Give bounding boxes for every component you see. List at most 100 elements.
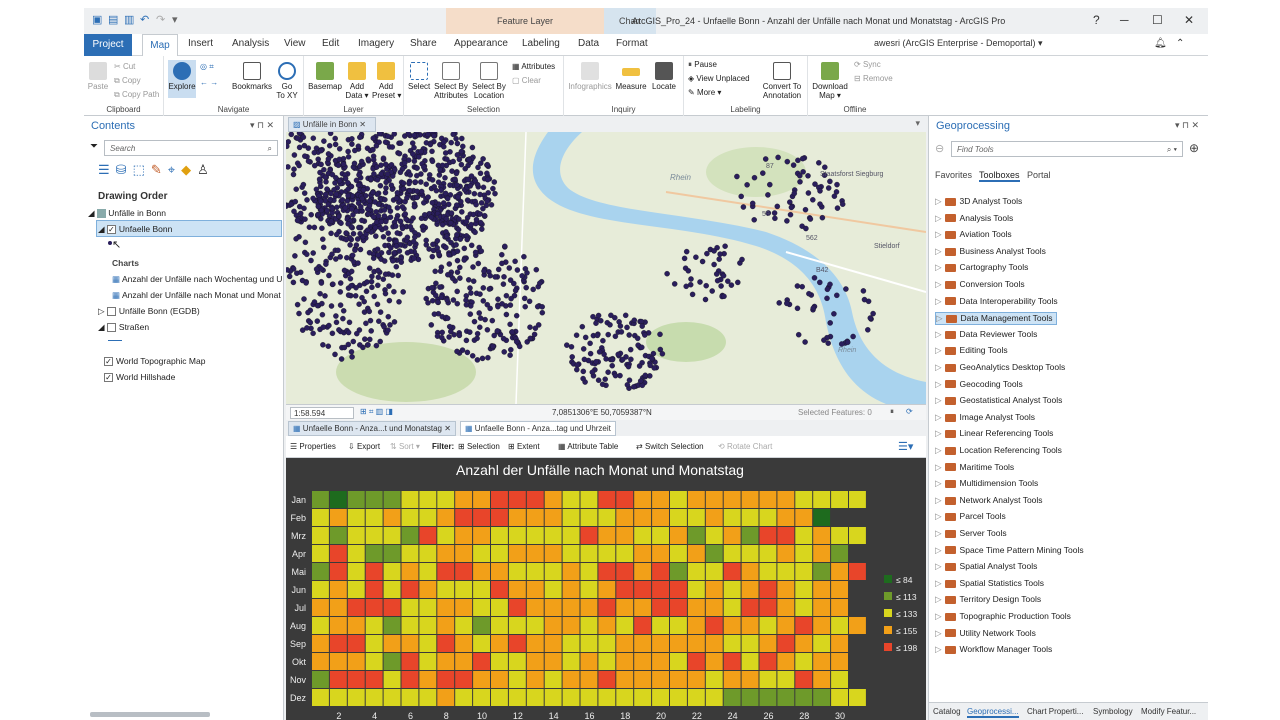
customize-qat-icon[interactable]: ▾ [172, 14, 184, 26]
cut-button[interactable]: ✂ Cut [114, 62, 135, 71]
tab-view[interactable]: View [284, 38, 306, 49]
copy-button[interactable]: ⧉ Copy [114, 76, 141, 86]
basemap-hillshade[interactable]: ✓ World Hillshade [104, 372, 175, 383]
toolbox-item[interactable]: ▷ Editing Tools [935, 345, 1008, 356]
tab-edit[interactable]: Edit [322, 38, 339, 49]
open-project-icon[interactable]: ▤ [108, 14, 120, 26]
copy-path-button[interactable]: ⧉ Copy Path [114, 90, 159, 100]
measure-button[interactable]: Measure [614, 62, 648, 91]
select-button[interactable]: Select [408, 62, 430, 91]
toolbox-item[interactable]: ▷ Linear Referencing Tools [935, 428, 1053, 439]
redo-icon[interactable]: ↷ [156, 14, 168, 26]
pause-drawing-icon[interactable]: ⏸ [890, 407, 894, 417]
pause-labeling-button[interactable]: ⏸ Pause [688, 60, 717, 70]
tab-project[interactable]: Project [84, 34, 132, 56]
tab-list-icon[interactable]: ▾ [915, 118, 920, 129]
select-by-location-button[interactable]: Select By Location [472, 62, 506, 100]
notifications-icon[interactable]: 🔔︎ [1154, 38, 1167, 49]
map-node[interactable]: ◢ Unfälle in Bonn [88, 208, 166, 219]
refresh-icon[interactable]: ⟳ [906, 407, 913, 416]
filter-icon[interactable]: ⏷ [90, 141, 98, 152]
snapping-icon[interactable]: ⌖ [168, 162, 175, 178]
tab-catalog[interactable]: Catalog [933, 707, 961, 716]
tab-portal[interactable]: Portal [1027, 170, 1051, 180]
toolbox-item[interactable]: ▷ Topographic Production Tools [935, 611, 1071, 622]
scale-selector[interactable]: 1:58.594 [290, 407, 354, 419]
map-tab[interactable]: ▨ Unfälle in Bonn ✕ [288, 117, 376, 132]
data-source-icon[interactable]: ⛁ [116, 162, 127, 178]
user-account[interactable]: awesri (ArcGIS Enterprise - Demoportal) … [874, 38, 1043, 49]
help-button[interactable]: ? [1093, 13, 1100, 27]
toolbox-item[interactable]: ▷ Workflow Manager Tools [935, 644, 1052, 655]
toolbox-item[interactable]: ▷ Data Interoperability Tools [935, 296, 1058, 307]
layer-checkbox[interactable] [106, 307, 116, 317]
toolbox-item[interactable]: ▷ Location Referencing Tools [935, 445, 1062, 456]
chart-tab-2[interactable]: ▦ Unfaelle Bonn - Anza...tag und Uhrzeit [460, 421, 616, 436]
layer-checkbox[interactable]: ✓ [106, 225, 116, 235]
more-labeling-button[interactable]: ✎ More ▾ [688, 88, 721, 97]
bookmarks-button[interactable]: Bookmarks [232, 62, 272, 91]
toolbox-item[interactable]: ▷ Maritime Tools [935, 462, 1014, 473]
toolbox-item[interactable]: ▷ Geostatistical Analyst Tools [935, 395, 1062, 406]
toolbox-item[interactable]: ▷ Territory Design Tools [935, 594, 1041, 605]
tab-labeling[interactable]: Labeling [522, 38, 560, 49]
labeling-view-icon[interactable]: ◆ [181, 162, 191, 178]
undo-icon[interactable]: ↶ [140, 14, 152, 26]
convert-to-annotation-button[interactable]: Convert To Annotation [760, 62, 804, 100]
tab-analysis[interactable]: Analysis [232, 38, 269, 49]
explore-button[interactable]: Explore [168, 60, 196, 98]
contents-scrollbar[interactable] [90, 712, 210, 717]
editing-view-icon[interactable]: ✎ [151, 162, 162, 178]
clear-button[interactable]: ▢ Clear [512, 76, 541, 85]
pane-options-icon[interactable]: ▾ ⊓ ✕ [1175, 120, 1199, 131]
locate-button[interactable]: Locate [650, 62, 678, 91]
pane-options-icon[interactable]: ▾ ⊓ ✕ [250, 120, 274, 131]
layer-unfaelle-egdb[interactable]: ▷ Unfälle Bonn (EGDB) [98, 306, 200, 317]
toolbox-item[interactable]: ▷ Cartography Tools [935, 262, 1028, 273]
toolbox-item[interactable]: ▷ Data Reviewer Tools [935, 329, 1037, 340]
properties-button[interactable]: ☰ Properties [290, 442, 336, 451]
toolbox-item[interactable]: ▷ GeoAnalytics Desktop Tools [935, 362, 1065, 373]
tab-toolboxes[interactable]: Toolboxes [979, 170, 1020, 182]
tab-symbology[interactable]: Symbology [1093, 707, 1133, 716]
tab-favorites[interactable]: Favorites [935, 170, 972, 180]
toolbox-item[interactable]: ▷ Conversion Tools [935, 279, 1025, 290]
tab-appearance[interactable]: Appearance [454, 38, 508, 49]
sync-button[interactable]: ⟳ Sync [854, 60, 881, 69]
toolbox-item[interactable]: ▷ Geocoding Tools [935, 379, 1023, 390]
attributes-button[interactable]: ▦ Attributes [512, 62, 555, 71]
toolbox-item[interactable]: ▷ Server Tools [935, 528, 1007, 539]
map-canvas[interactable]: Rhein Staatsforst Siegburg Stieldorf 59 … [286, 132, 926, 404]
layer-strassen[interactable]: ◢ Straßen [98, 322, 149, 333]
go-to-xy-button[interactable]: Go To XY [274, 62, 300, 100]
toolbox-item[interactable]: ▷ Aviation Tools [935, 229, 1012, 240]
chart-item-2[interactable]: ▦ Anzahl der Unfälle nach Monat und Mona… [112, 290, 281, 301]
tab-format[interactable]: Format [616, 38, 648, 49]
drawing-order-icon[interactable]: ☰ [98, 162, 110, 178]
tab-geoprocessing[interactable]: Geoprocessi... [967, 707, 1019, 718]
switch-selection-button[interactable]: ⇄ Switch Selection [636, 442, 704, 451]
close-icon[interactable]: ✕ [1184, 13, 1194, 27]
toolbox-item[interactable]: ▷ Spatial Statistics Tools [935, 578, 1044, 589]
layer-checkbox[interactable] [106, 323, 116, 333]
full-extent-icon[interactable]: ◎ ⌗ [200, 62, 214, 72]
tab-map[interactable]: Map [142, 34, 178, 56]
basemap-topo[interactable]: ✓ World Topographic Map [104, 356, 205, 367]
previous-extent-icon[interactable]: ← → [200, 78, 218, 87]
save-project-icon[interactable]: ▥ [124, 14, 136, 26]
chart-item-1[interactable]: ▦ Anzahl der Unfälle nach Wochentag und … [112, 274, 282, 285]
rotate-chart-button[interactable]: ⟲ Rotate Chart [718, 442, 772, 451]
toolbox-item[interactable]: ▷ 3D Analyst Tools [935, 196, 1022, 207]
toolbox-item[interactable]: ▷ Parcel Tools [935, 511, 1006, 522]
perspective-icon[interactable]: ♙ [197, 162, 209, 178]
toolbox-item[interactable]: ▷ Spatial Analyst Tools [935, 561, 1037, 572]
tab-imagery[interactable]: Imagery [358, 38, 394, 49]
tab-data[interactable]: Data [578, 38, 599, 49]
add-data-button[interactable]: Add Data ▾ [344, 62, 370, 100]
layer-checkbox[interactable]: ✓ [104, 357, 113, 367]
collapse-ribbon-icon[interactable]: ⌃ [1176, 38, 1184, 49]
toolbox-item[interactable]: ▷ Multidimension Tools [935, 478, 1038, 489]
filter-selection-button[interactable]: ⊞ Selection [458, 442, 500, 451]
maximize-icon[interactable]: ☐ [1152, 13, 1163, 27]
infographics-button[interactable]: Infographics [568, 62, 612, 91]
